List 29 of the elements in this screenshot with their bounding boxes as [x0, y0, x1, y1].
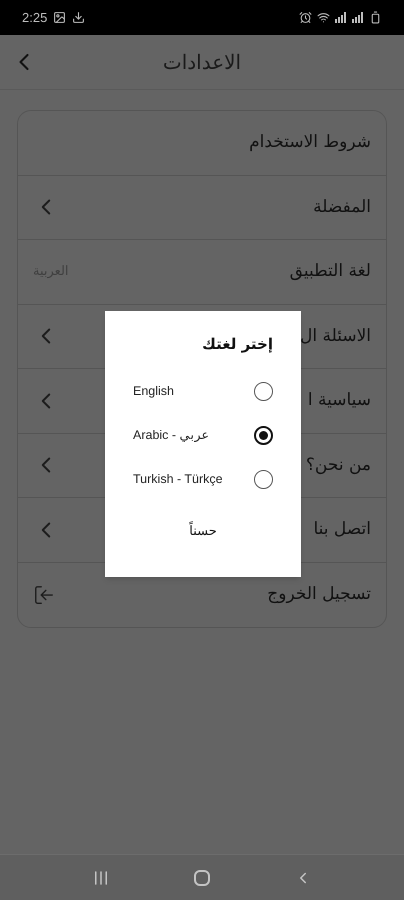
radio-button[interactable]	[254, 382, 273, 401]
dialog-title: إختر لغتك	[201, 334, 273, 355]
alarm-icon	[299, 11, 312, 24]
battery-icon	[369, 11, 382, 24]
radio-button[interactable]	[254, 470, 273, 489]
option-label: Turkish - Türkçe	[133, 471, 223, 488]
language-option[interactable]: Arabic - عربي	[133, 414, 273, 458]
radio-button[interactable]	[254, 426, 273, 445]
ok-button[interactable]: حسناً	[181, 518, 225, 545]
row-label: سياسية ا	[308, 389, 371, 412]
option-label: English	[133, 383, 174, 400]
row-label: الاسئلة ال	[300, 324, 371, 348]
row-label: تسجيل الخروج	[267, 583, 371, 606]
language-option[interactable]: Turkish - Türkçe	[133, 458, 273, 502]
row-label: اتصل بنا	[313, 518, 371, 541]
logout-icon	[33, 584, 55, 606]
row-label: شروط الاستخدام	[249, 131, 371, 154]
option-label: Arabic - عربي	[133, 427, 210, 444]
row-label: من نحن؟	[306, 454, 371, 476]
row-label: لغة التطبيق	[290, 260, 371, 283]
download-icon	[72, 11, 86, 24]
page-title: الاعدادات	[162, 49, 242, 76]
signal-icon	[335, 12, 347, 23]
language-option[interactable]: English	[133, 370, 273, 414]
home-icon[interactable]	[192, 868, 211, 886]
status-time: 2:25	[22, 8, 48, 27]
row-label: المفضلة	[313, 196, 371, 218]
image-icon	[53, 11, 66, 24]
signal-icon	[352, 12, 364, 23]
